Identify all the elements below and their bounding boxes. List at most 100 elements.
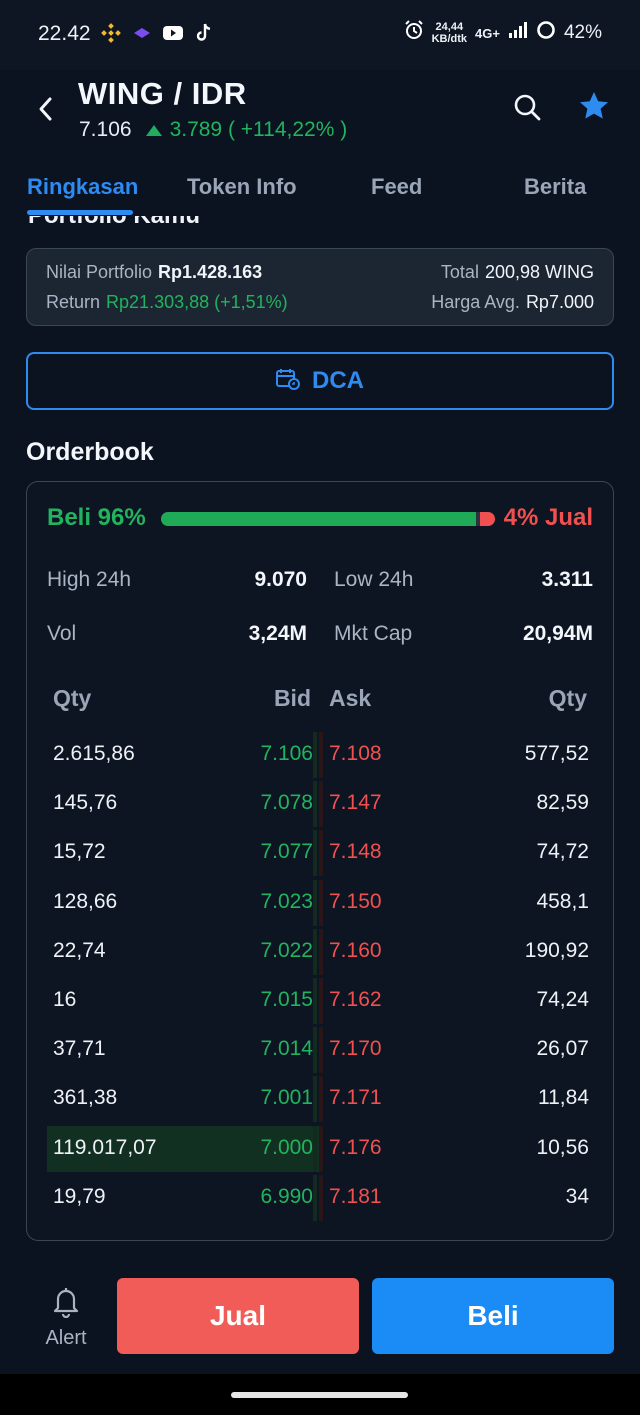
alarm-icon [404,20,424,46]
home-indicator[interactable] [231,1392,408,1398]
orderbook-card: Beli 96% 4% Jual High 24h 9.070 Low 24h … [26,481,614,1241]
total-value: 200,98 WING [484,262,594,282]
bid-qty: 22,74 [53,938,106,962]
signal-icon [508,21,528,45]
header: WING / IDR 7.106 3.789 ( +114,22% ) [0,70,640,160]
ask-depth-bar [319,978,323,1024]
bid-price: 6.990 [260,1184,313,1208]
bid-price: 7.022 [260,938,313,962]
table-row[interactable]: 119.017,07 7.000 7.176 10,56 [27,1125,615,1172]
table-row[interactable]: 15,72 7.077 7.148 74,72 [27,830,615,877]
back-arrow-icon[interactable] [34,94,58,124]
bid-depth-bar [313,1076,317,1123]
low-24h-label: Low 24h [334,568,414,591]
bid-depth-bar [313,978,317,1024]
section-title-portfolio: Portfolio Kamu [28,216,200,230]
bid-qty: 16 [53,988,77,1011]
bid-depth-bar [313,781,317,828]
tab-feed[interactable]: Feed [371,174,422,200]
bid-qty: 37,71 [53,1037,106,1061]
table-row[interactable]: 145,76 7.078 7.147 82,59 [27,781,615,828]
bid-depth-bar [313,1174,317,1221]
table-row[interactable]: 37,71 7.014 7.170 26,07 [27,1027,615,1074]
ask-qty: 190,92 [524,938,589,962]
alert-label: Alert [45,1327,87,1349]
bid-qty: 119.017,07 [53,1135,157,1159]
bid-depth-bar [313,1125,317,1172]
alert-button[interactable]: Alert [36,1284,96,1350]
ratio-bar [161,512,495,526]
table-row[interactable]: 128,66 7.023 7.150 458,1 [27,879,615,926]
bid-depth-bar [313,830,317,877]
battery-icon [536,20,556,46]
bid-depth-bar [313,879,317,926]
ask-depth-bar [319,781,323,828]
calendar-repeat-icon [276,368,300,395]
buy-percentage: Beli 96% [47,504,146,531]
high-24h-label: High 24h [47,568,132,591]
table-row[interactable]: 361,38 7.001 7.171 11,84 [27,1076,615,1123]
bid-qty: 145,76 [53,791,118,815]
avg-price-label: Harga Avg. [431,292,520,312]
table-row[interactable]: 2.615,86 7.106 7.108 577,52 [27,732,615,778]
ask-price: 7.147 [329,791,382,815]
ask-qty: 11,84 [538,1086,589,1110]
current-price: 7.106 [79,118,132,141]
table-row[interactable]: 22,74 7.022 7.160 190,92 [27,928,615,975]
price-change: 3.789 ( +114,22% ) [169,118,348,141]
ask-price: 7.171 [329,1086,382,1110]
app-notification-icon [131,22,153,44]
header-ask: Ask [329,685,372,711]
dca-label: DCA [312,367,364,394]
header-qty-ask: Qty [548,685,587,711]
table-row[interactable]: 16 7.015 7.162 74,24 [27,978,615,1024]
portfolio-value: Rp1.428.163 [158,262,263,282]
bid-price: 7.078 [260,791,313,815]
tab-ringkasan[interactable]: Ringkasan [27,174,138,200]
high-24h-value: 9.070 [254,568,307,591]
bottom-action-bar: Alert Jual Beli [0,1262,640,1374]
ask-price: 7.148 [329,840,382,864]
battery-level: 42% [563,22,602,43]
tab-berita[interactable]: Berita [524,174,586,200]
header-qty-bid: Qty [53,685,92,711]
pair-title: WING / IDR [78,76,247,111]
buy-sell-ratio: Beli 96% 4% Jual [47,504,593,536]
status-time: 22.42 [38,22,91,45]
dca-button[interactable]: DCA [26,352,614,410]
portfolio-value-label: Nilai Portfolio [46,262,153,282]
youtube-icon [162,22,184,44]
bid-qty: 2.615,86 [53,742,135,765]
ask-qty: 74,24 [536,988,589,1011]
up-triangle-icon [145,124,162,136]
bid-qty: 19,79 [53,1184,106,1208]
orderbook-title: Orderbook [26,438,154,466]
bid-price: 7.015 [260,988,313,1011]
bid-depth-bar [313,732,317,778]
star-icon[interactable] [578,90,610,122]
avg-price-value: Rp7.000 [525,292,594,312]
ask-price: 7.176 [329,1135,382,1159]
ask-price: 7.170 [329,1037,382,1061]
table-row[interactable]: 19,79 6.990 7.181 34 [27,1174,615,1221]
market-cap-label: Mkt Cap [334,622,413,645]
ask-depth-bar [319,879,323,926]
bid-price: 7.106 [260,742,313,765]
buy-button[interactable]: Beli [372,1278,614,1354]
net-speed-unit: KB/dtk [431,33,468,45]
bid-price: 7.000 [260,1135,313,1159]
market-cap-value: 20,94M [522,622,593,645]
tiktok-icon [193,22,215,44]
search-icon[interactable] [512,92,542,122]
tab-token-info[interactable]: Token Info [187,174,297,200]
ask-depth-bar [319,928,323,975]
ask-qty: 458,1 [536,889,589,913]
bid-price: 7.023 [260,889,313,913]
ask-depth-bar [319,1027,323,1074]
sell-button[interactable]: Jual [117,1278,359,1354]
ask-price: 7.150 [329,889,382,913]
ask-depth-bar [319,830,323,877]
portfolio-card[interactable]: Nilai Portfolio Rp1.428.163 Total 200,98 W… [26,248,614,326]
bell-icon [49,1288,83,1322]
return-value: Rp21.303,88 (+1,51%) [106,292,288,312]
